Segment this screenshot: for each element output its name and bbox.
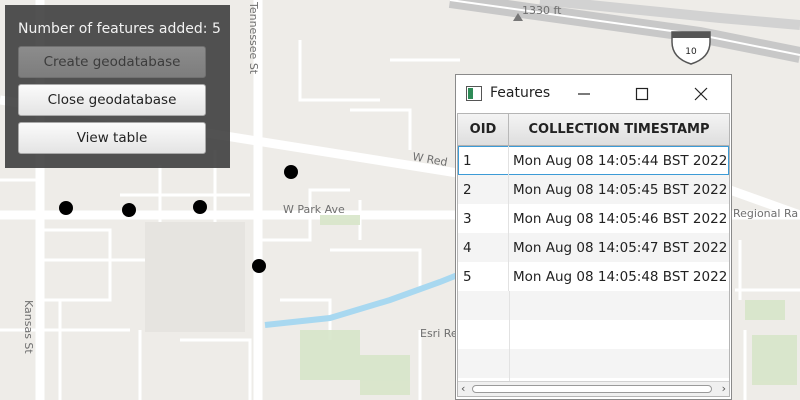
cell-oid: 3 (458, 204, 509, 233)
scroll-right-arrow-icon[interactable]: › (722, 383, 726, 395)
feature-point[interactable] (193, 200, 207, 214)
view-table-button[interactable]: View table (18, 122, 206, 154)
features-added-label: Number of features added: 5 (18, 21, 221, 37)
maximize-button[interactable] (622, 79, 662, 109)
features-window: Features OID COLLECTION TIMESTAMP 1 Mon … (455, 74, 732, 400)
cell-oid: 5 (458, 262, 509, 291)
empty-table-row (458, 349, 729, 378)
column-header-oid[interactable]: OID (458, 114, 509, 145)
map-label-w-park-ave: W Park Ave (283, 203, 345, 216)
feature-point[interactable] (59, 201, 73, 215)
close-icon (694, 87, 708, 101)
close-geodatabase-button[interactable]: Close geodatabase (18, 84, 206, 116)
scrollbar-thumb[interactable] (472, 385, 712, 393)
column-divider (509, 291, 510, 381)
table-row[interactable]: 5 Mon Aug 08 14:05:48 BST 2022 (458, 262, 729, 291)
horizontal-scrollbar[interactable]: ‹ › (458, 381, 729, 396)
feature-point[interactable] (122, 203, 136, 217)
map-lot (145, 222, 245, 332)
features-table[interactable]: OID COLLECTION TIMESTAMP 1 Mon Aug 08 14… (457, 113, 730, 397)
cell-timestamp: Mon Aug 08 14:05:48 BST 2022 (513, 268, 728, 285)
create-geodatabase-button[interactable]: Create geodatabase (18, 46, 206, 78)
cell-timestamp: Mon Aug 08 14:05:44 BST 2022 (513, 152, 728, 169)
feature-point[interactable] (252, 259, 266, 273)
feature-point[interactable] (284, 165, 298, 179)
map-label-esri: Esri Re (420, 327, 458, 340)
empty-table-row (458, 320, 729, 349)
table-row[interactable]: 4 Mon Aug 08 14:05:47 BST 2022 (458, 233, 729, 262)
cell-timestamp: Mon Aug 08 14:05:47 BST 2022 (513, 239, 728, 256)
table-row[interactable]: 1 Mon Aug 08 14:05:44 BST 2022 (458, 146, 729, 175)
window-title: Features (490, 85, 551, 101)
interstate-shield-number: 10 (685, 47, 697, 57)
app-icon (466, 86, 482, 101)
maximize-icon (635, 87, 649, 101)
scroll-left-arrow-icon[interactable]: ‹ (461, 383, 465, 395)
cell-timestamp: Mon Aug 08 14:05:46 BST 2022 (513, 210, 728, 227)
map-label-elevation: 1330 ft (522, 4, 562, 17)
table-row[interactable]: 3 Mon Aug 08 14:05:46 BST 2022 (458, 204, 729, 233)
map-label-tennessee-st: Tennessee St (247, 1, 260, 75)
minimize-button[interactable] (564, 79, 604, 109)
cell-oid: 1 (458, 146, 509, 175)
table-row[interactable]: 2 Mon Aug 08 14:05:45 BST 2022 (458, 175, 729, 204)
cell-timestamp: Mon Aug 08 14:05:45 BST 2022 (513, 181, 728, 198)
minimize-icon (578, 93, 590, 95)
map-label-kansas-st: Kansas St (22, 300, 35, 354)
empty-table-row (458, 291, 729, 320)
map-label-regional: Regional Ra (733, 207, 798, 220)
window-titlebar[interactable]: Features (456, 75, 731, 113)
column-header-collection-timestamp[interactable]: COLLECTION TIMESTAMP (509, 114, 729, 145)
close-window-button[interactable] (681, 79, 721, 109)
control-panel: Number of features added: 5 Create geoda… (5, 5, 230, 168)
table-header: OID COLLECTION TIMESTAMP (458, 114, 729, 146)
cell-oid: 4 (458, 233, 509, 262)
cell-oid: 2 (458, 175, 509, 204)
